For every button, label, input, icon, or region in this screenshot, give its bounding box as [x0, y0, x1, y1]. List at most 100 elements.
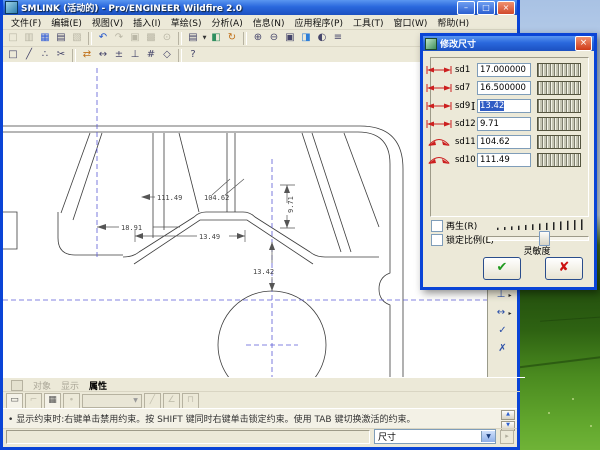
dimension-value-field[interactable]: 17.000000 [477, 63, 531, 77]
sensitivity-slider[interactable] [487, 231, 589, 246]
redo-icon[interactable]: ↷ [111, 31, 127, 45]
flyout-arrow-icon[interactable]: ▸ [508, 310, 511, 317]
dim-111-49[interactable]: 111.49 [157, 194, 182, 202]
dimension-value-field[interactable]: 9.71 [477, 117, 531, 131]
flyout-arrow-icon[interactable]: ▸ [508, 292, 511, 299]
menu-analysis[interactable]: 分析(A) [207, 16, 248, 29]
zoom-out-icon[interactable]: ⊖ [266, 31, 282, 45]
dimension-tool-button[interactable]: ↔ ▸ [493, 306, 512, 320]
status-expand-icon[interactable]: ▸ [500, 429, 514, 444]
quit-sketch-button[interactable]: ✗ [495, 342, 510, 356]
regenerate-icon[interactable]: ↻ [224, 31, 240, 45]
print-icon[interactable]: ▤ [53, 31, 69, 45]
copy-icon[interactable]: ▣ [127, 31, 143, 45]
menu-help[interactable]: 帮助(H) [432, 16, 474, 29]
sketch-canvas[interactable]: 18.91 111.49 104.62 9.71 13.49 13.42 [3, 62, 488, 400]
model-tree-icon[interactable]: ▤ [185, 31, 201, 45]
sensitivity-ticks [497, 219, 585, 230]
save-icon[interactable]: ▦ [37, 31, 53, 45]
menu-info[interactable]: 信息(N) [248, 16, 290, 29]
thumbwheel[interactable] [537, 117, 581, 131]
dimension-value-field[interactable]: 104.62 [477, 135, 531, 149]
point-tool-icon[interactable]: ∴ [37, 48, 53, 62]
dim-9-71[interactable]: 9.71 [287, 196, 295, 213]
dim-13-42[interactable]: 13.42 [253, 268, 274, 276]
menu-insert[interactable]: 插入(I) [128, 16, 166, 29]
thumbwheel[interactable] [537, 81, 581, 95]
menu-applications[interactable]: 应用程序(P) [290, 16, 348, 29]
line-style-icon[interactable]: ╱ [144, 392, 161, 409]
filter-combo[interactable]: 尺寸 ▼ [374, 429, 496, 444]
chevron-down-icon: ▼ [133, 396, 138, 404]
trim-tool-icon[interactable]: ✂ [53, 48, 69, 62]
constraints-icon[interactable]: ⊥ [127, 48, 143, 62]
menu-view[interactable]: 视图(V) [87, 16, 128, 29]
dimension-icon[interactable]: ↔ [95, 48, 111, 62]
repaint-icon[interactable]: ◨ [298, 31, 314, 45]
flower-fleck [572, 398, 574, 400]
toggle-constraints-icon[interactable]: ⌐ [25, 392, 42, 409]
new-icon[interactable]: □ [5, 31, 21, 45]
toggle-dims-icon[interactable]: ▭ [6, 392, 23, 409]
line-tool-icon[interactable]: ╱ [21, 48, 37, 62]
open-icon[interactable]: ▥ [21, 31, 37, 45]
feature-tools-icon[interactable]: ◇ [159, 48, 175, 62]
dialog-title-bar[interactable]: 修改尺寸 × [423, 36, 594, 51]
shaded-view-icon[interactable]: ◐ [314, 31, 330, 45]
dim-104-62[interactable]: 104.62 [204, 194, 229, 202]
tab-properties[interactable]: 属性 [89, 379, 107, 392]
scroll-up-icon[interactable]: ▲ [501, 410, 515, 420]
dimension-row-sd1: sd1 17.000000 [426, 63, 581, 77]
menu-tools[interactable]: 工具(T) [348, 16, 389, 29]
grid-icon[interactable]: # [143, 48, 159, 62]
dropdown-caret-icon[interactable]: ▼ [201, 35, 208, 41]
context-help-icon[interactable]: ? [185, 48, 201, 62]
thumbwheel[interactable] [537, 99, 581, 113]
title-bar[interactable]: SMLINK (活动的) - Pro/ENGINEER Wildfire 2.0… [3, 0, 517, 15]
dimension-value-field[interactable]: 111.49 [477, 153, 531, 167]
chevron-down-icon[interactable]: ▼ [481, 431, 495, 442]
dimension-row-sd11: sd11 104.62 [426, 135, 581, 149]
undo-icon[interactable]: ↶ [95, 31, 111, 45]
tab-display[interactable]: 显示 [61, 379, 79, 392]
window-title: SMLINK (活动的) - Pro/ENGINEER Wildfire 2.0 [21, 4, 243, 14]
refit-icon[interactable]: ▣ [282, 31, 298, 45]
dimension-value-field[interactable]: 16.500000 [477, 81, 531, 95]
paste-icon[interactable]: ▩ [143, 31, 159, 45]
layers-icon[interactable]: ≡ [330, 31, 346, 45]
constraint-tool-button[interactable]: ⊥ ▸ [493, 288, 512, 302]
angle-display-icon[interactable]: ∠ [163, 392, 180, 409]
modify-dims-icon[interactable]: ± [111, 48, 127, 62]
close-button[interactable]: × [497, 0, 515, 15]
cancel-button[interactable]: ✘ [545, 257, 583, 280]
dimension-value-field-active[interactable]: 13.42 [477, 99, 531, 113]
zoom-in-icon[interactable]: ⊕ [250, 31, 266, 45]
dim-13-49[interactable]: 13.49 [199, 233, 220, 241]
dimension-name: sd7 [455, 83, 471, 93]
minimize-button[interactable]: – [457, 0, 475, 15]
regenerate-checkbox[interactable] [431, 219, 443, 232]
thumbwheel[interactable] [537, 135, 581, 149]
accuracy-select[interactable]: ▼ [82, 393, 142, 408]
ok-button[interactable]: ✔ [483, 257, 521, 280]
swap-icon[interactable]: ⇄ [79, 48, 95, 62]
accept-sketch-button[interactable]: ✓ [495, 324, 510, 338]
search-icon[interactable]: ⊙ [159, 31, 175, 45]
dialog-close-button[interactable]: × [575, 36, 592, 51]
maximize-button[interactable]: □ [477, 0, 495, 15]
view-manager-icon[interactable]: ◧ [208, 31, 224, 45]
thumbwheel[interactable] [537, 153, 581, 167]
tab-objects[interactable]: 对象 [33, 379, 51, 392]
menu-file[interactable]: 文件(F) [6, 16, 46, 29]
dim-18-91[interactable]: 18.91 [121, 224, 142, 232]
select-icon[interactable]: □ [5, 48, 21, 62]
menu-window[interactable]: 窗口(W) [388, 16, 432, 29]
thumbwheel[interactable] [537, 63, 581, 77]
toggle-verts-icon[interactable]: ∙ [63, 392, 80, 409]
menu-sketch[interactable]: 草绘(S) [166, 16, 207, 29]
export-icon[interactable]: ▧ [69, 31, 85, 45]
menu-edit[interactable]: 编辑(E) [46, 16, 87, 29]
lock-scale-checkbox[interactable] [431, 233, 443, 246]
toggle-grid-icon[interactable]: ▦ [44, 392, 61, 409]
plane-display-icon[interactable]: ⊓ [182, 392, 199, 409]
